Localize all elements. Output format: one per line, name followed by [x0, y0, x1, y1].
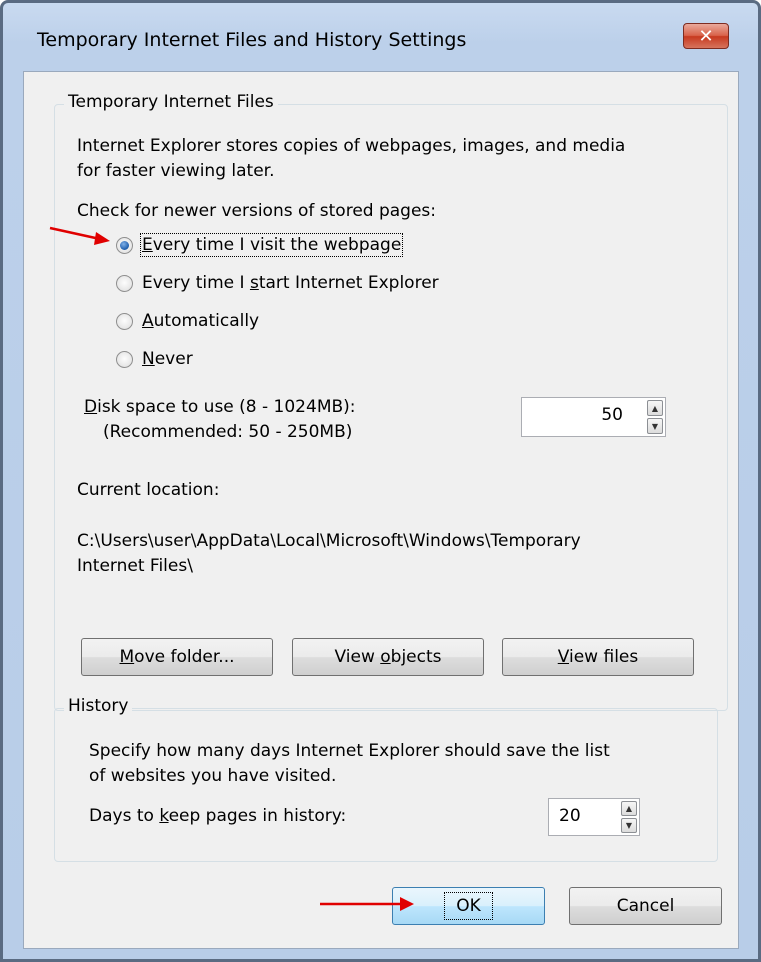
move-folder-button[interactable]: Move folder...: [81, 638, 273, 676]
tif-description-line2: for faster viewing later.: [77, 161, 275, 181]
history-description-line1: Specify how many days Internet Explorer …: [89, 741, 610, 761]
title-bar[interactable]: Temporary Internet Files and History Set…: [3, 3, 758, 67]
disk-space-increment-button[interactable]: ▲: [647, 400, 663, 416]
disk-space-spin-buttons: ▲ ▼: [647, 400, 663, 434]
current-location-path-line1: C:\Users\user\AppData\Local\Microsoft\Wi…: [77, 531, 581, 551]
days-to-keep-spinbox[interactable]: 20 ▲ ▼: [548, 798, 640, 836]
cancel-button-label: Cancel: [616, 896, 675, 916]
disk-space-value: 50: [601, 405, 623, 425]
temporary-internet-files-group-label: Temporary Internet Files: [64, 92, 278, 112]
view-files-button[interactable]: View files: [502, 638, 694, 676]
days-to-keep-decrement-button[interactable]: ▼: [621, 818, 637, 833]
dialog-window: Temporary Internet Files and History Set…: [0, 0, 761, 962]
close-button[interactable]: ✕: [683, 23, 729, 49]
move-folder-button-label: Move folder...: [119, 647, 235, 667]
disk-space-decrement-button[interactable]: ▼: [647, 418, 663, 434]
current-location-path-line2: Internet Files\: [77, 556, 193, 576]
radio-every-visit-label-rest: very time I visit the webpage: [152, 235, 402, 255]
days-to-keep-value: 20: [559, 806, 581, 826]
chevron-down-icon: ▼: [625, 821, 633, 830]
disk-space-label: Disk space to use (8 - 1024MB):: [84, 397, 356, 417]
radio-never[interactable]: [116, 351, 133, 368]
disk-space-spinbox[interactable]: 50 ▲ ▼: [521, 397, 666, 437]
radio-every-start-label[interactable]: Every time I start Internet Explorer: [142, 273, 439, 293]
close-icon: ✕: [698, 25, 714, 47]
view-objects-button[interactable]: View objects: [292, 638, 484, 676]
ok-button-label: OK: [444, 892, 493, 920]
radio-every-visit[interactable]: [116, 237, 133, 254]
chevron-down-icon: ▼: [651, 421, 659, 431]
days-to-keep-label: Days to keep pages in history:: [89, 806, 347, 826]
chevron-up-icon: ▲: [651, 403, 659, 413]
history-group-label: History: [64, 696, 133, 716]
tif-description-line1: Internet Explorer stores copies of webpa…: [77, 136, 626, 156]
radio-every-visit-label[interactable]: Every time I visit the webpage: [139, 233, 404, 257]
dialog-client-area: Temporary Internet Files Internet Explor…: [23, 71, 739, 949]
chevron-up-icon: ▲: [625, 804, 633, 813]
days-to-keep-spin-buttons: ▲ ▼: [621, 801, 637, 833]
view-files-button-label: View files: [557, 647, 639, 667]
radio-never-label[interactable]: Never: [142, 349, 193, 369]
days-to-keep-increment-button[interactable]: ▲: [621, 801, 637, 816]
annotation-arrow-ok: [320, 897, 414, 911]
radio-automatically[interactable]: [116, 313, 133, 330]
disk-space-recommended-label: (Recommended: 50 - 250MB): [103, 422, 353, 442]
current-location-label: Current location:: [77, 480, 220, 500]
check-newer-versions-label: Check for newer versions of stored pages…: [77, 201, 437, 221]
radio-automatically-label[interactable]: Automatically: [142, 311, 259, 331]
view-objects-button-label: View objects: [334, 647, 442, 667]
window-title: Temporary Internet Files and History Set…: [37, 29, 467, 51]
history-description-line2: of websites you have visited.: [89, 766, 337, 786]
annotation-arrow-radio: [49, 226, 110, 245]
radio-every-start[interactable]: [116, 275, 133, 292]
cancel-button[interactable]: Cancel: [569, 887, 722, 925]
